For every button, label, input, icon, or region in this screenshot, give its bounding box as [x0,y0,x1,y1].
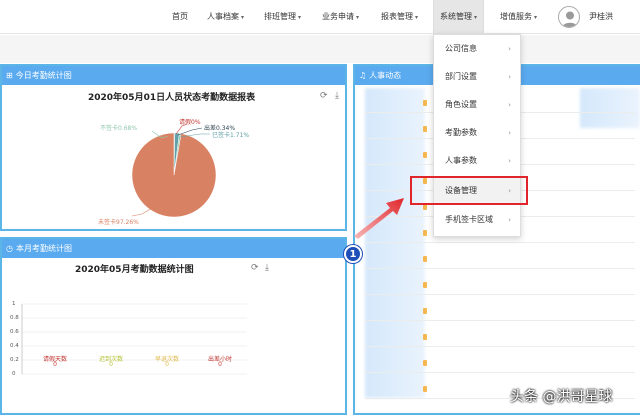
breadcrumb-strip [0,35,640,63]
news-divider [365,372,635,373]
user-avatar-icon[interactable] [558,6,580,28]
y-tick: 0.8 [10,315,19,321]
bar-value-label: 0 [53,361,57,368]
menu-item-role-settings[interactable]: 角色设置 › [434,91,520,119]
username[interactable]: 尹桂洪 [589,0,613,33]
menu-item-department-settings[interactable]: 部门设置 › [434,63,520,91]
news-divider [365,294,635,295]
chevron-down-icon: ▾ [415,14,419,21]
news-bullet-icon [423,100,427,106]
nav-value-added[interactable]: 增值服务 ▾ [500,0,537,33]
blurred-content [580,88,640,128]
nav-home[interactable]: 首页 [172,0,188,33]
news-divider [365,320,635,321]
chevron-down-icon: ▾ [474,14,478,21]
step-badge: 1 [344,245,362,263]
system-management-dropdown: 公司信息 › 部门设置 › 角色设置 › 考勤参数 › 人事参数 › 设备管理 › 手机签卡… [433,34,521,237]
chevron-down-icon: ▾ [298,14,302,21]
pie-label: 已签卡1.71% [212,132,250,139]
nav-scheduling[interactable]: 排班管理 ▾ [264,0,301,33]
chevron-right-icon: › [508,157,511,165]
news-bullet-icon [423,282,427,288]
pie-label: 请假0% [179,119,201,126]
month-attendance-panel: ◷ 本月考勤统计图 2020年05月考勤数据统计图 ⟳ ⤓ 1 0.8 0.6 0… [0,237,347,415]
bar-value-label: 0 [109,361,113,368]
chevron-right-icon: › [508,129,511,137]
news-bullet-icon [423,308,427,314]
chevron-right-icon: › [508,101,511,109]
news-bullet-icon [423,334,427,340]
watermark: 头条 @洪哥星球 [510,389,613,405]
y-tick: 0 [12,371,16,377]
news-bullet-icon [423,256,427,262]
nav-system-management[interactable]: 系统管理 ▾ [433,0,485,33]
news-bullet-icon [423,126,427,132]
pie-label: 不签卡0.68% [100,125,138,132]
chevron-down-icon: ▾ [241,14,245,21]
y-tick: 1 [12,301,16,307]
highlight-box [410,176,528,205]
top-navbar: 首页 人事档案 ▾ 排班管理 ▾ 业务申请 ▾ 报表管理 ▾ 系统管理 ▾ 增值服务 ▾ 尹… [0,0,640,34]
nav-reports[interactable]: 报表管理 ▾ [381,0,418,33]
pie-leader-line [131,207,153,217]
blurred-content [365,88,425,398]
menu-item-attendance-params[interactable]: 考勤参数 › [434,119,520,147]
bar-value-label: 0 [218,361,222,368]
chevron-right-icon: › [508,73,511,81]
today-attendance-panel: ⊞ 今日考勤统计图 2020年05月01日人员状态考勤数据报表 ⟳ ⤓ 不签卡0.… [0,64,347,231]
chevron-right-icon: › [508,45,511,53]
nav-personnel-files[interactable]: 人事档案 ▾ [207,0,244,33]
chevron-down-icon: ▾ [534,14,538,21]
menu-item-personnel-params[interactable]: 人事参数 › [434,147,520,175]
pie-chart [131,123,217,218]
bell-icon: ♫ [359,71,367,80]
news-divider [365,268,635,269]
chevron-down-icon: ▾ [356,14,360,21]
news-divider [365,242,635,243]
news-bullet-icon [423,360,427,366]
bar-value-label: 0 [165,361,169,368]
pie-slice [131,132,217,218]
bar-chart [21,303,247,375]
annotation-arrow-icon [354,198,404,239]
y-tick: 0.4 [10,343,19,349]
news-bullet-icon [423,230,427,236]
news-bullet-icon [423,386,427,392]
menu-item-mobile-signin-area[interactable]: 手机签卡区域 › [434,206,520,234]
pie-label: 未签卡97.26% [98,219,139,226]
nav-business-apply[interactable]: 业务申请 ▾ [322,0,359,33]
y-tick: 0.2 [10,357,19,363]
news-divider [365,346,635,347]
chevron-right-icon: › [508,216,511,224]
news-bullet-icon [423,152,427,158]
y-tick: 0.6 [10,329,19,335]
menu-item-company-info[interactable]: 公司信息 › [434,35,520,63]
